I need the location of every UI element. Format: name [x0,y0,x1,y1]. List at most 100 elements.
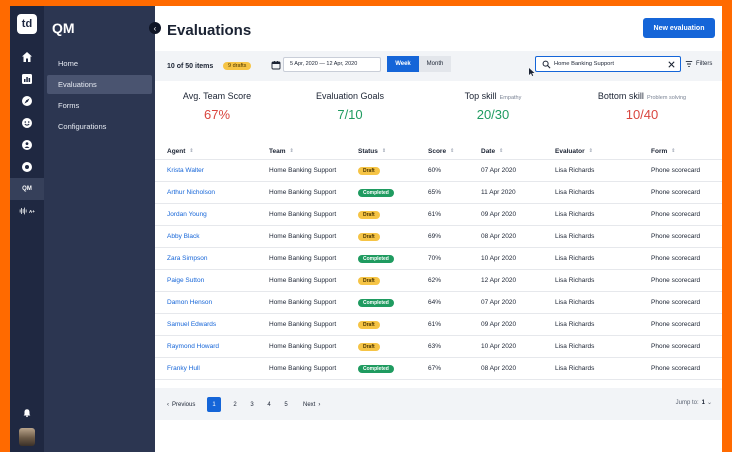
table-row[interactable]: Krista Walter Home Banking Support Draft 60… [155,160,722,182]
column-header[interactable]: Agent ⇕ [167,143,194,159]
agent-link[interactable]: Samuel Edwards [167,321,216,328]
table-row[interactable]: Arthur Nicholson Home Banking Support Comp… [155,182,722,204]
agent-link[interactable]: Raymond Howard [167,343,219,350]
date-cell: 09 Apr 2020 [481,211,517,218]
agent-cell[interactable]: Samuel Edwards [167,314,216,335]
nav-home[interactable] [10,46,44,68]
column-header[interactable]: Score ⇕ [428,143,454,159]
score-cell: 61% [428,211,442,218]
date-range-field[interactable]: 5 Apr, 2020 — 12 Apr, 2020 [283,57,381,72]
team-cell: Home Banking Support [269,299,337,306]
next-page-button[interactable]: Next › [303,399,320,411]
nav-settings[interactable] [10,156,44,178]
stat-card: Bottom skill Problem solving 10/40 [582,91,702,122]
column-header[interactable]: Form ⇕ [651,143,675,159]
week-toggle[interactable]: Week [387,56,419,72]
agent-link[interactable]: Paige Sutton [167,277,204,284]
rail-bottom [19,408,35,446]
agent-cell[interactable]: Paige Sutton [167,270,204,291]
status-cell: Draft [358,226,380,247]
nav-explore[interactable] [10,90,44,112]
table-row[interactable]: Raymond Howard Home Banking Support Draft 6… [155,336,722,358]
search-input[interactable] [554,59,662,69]
agent-link[interactable]: Jordan Young [167,211,207,218]
agent-cell[interactable]: Zara Simpson [167,248,207,269]
team-cell: Home Banking Support [269,255,337,262]
table-row[interactable]: Franky Hull Home Banking Support Completed… [155,358,722,380]
status-badge: Draft [358,166,380,175]
agent-link[interactable]: Franky Hull [167,365,200,372]
table-row[interactable]: Abby Black Home Banking Support Draft 69% 08… [155,226,722,248]
evaluator-cell: Lisa Richards [555,365,595,372]
next-label: Next [303,402,316,408]
stat-label: Bottom skill Problem solving [597,91,687,101]
nav-agents[interactable] [10,134,44,156]
page-4-button[interactable]: 4 [262,399,276,411]
agent-cell[interactable]: Abby Black [167,226,200,247]
form-cell: Phone scorecard [651,211,701,218]
nav-voice[interactable]: A+ [10,200,44,222]
table-row[interactable]: Damon Henson Home Banking Support Complete… [155,292,722,314]
table-row[interactable]: Zara Simpson Home Banking Support Complete… [155,248,722,270]
date-cell: 12 Apr 2020 [481,277,517,284]
menu-item-configurations[interactable]: Configurations [47,117,152,136]
drafts-badge[interactable]: 9 drafts [223,62,252,70]
agent-link[interactable]: Krista Walter [167,167,204,174]
agent-link[interactable]: Abby Black [167,233,200,240]
column-header[interactable]: Status ⇕ [358,143,386,159]
evaluator-cell: Lisa Richards [555,321,595,328]
column-header[interactable]: Date ⇕ [481,143,503,159]
agent-cell[interactable]: Arthur Nicholson [167,182,215,203]
agent-link[interactable]: Arthur Nicholson [167,189,215,196]
status-cell: Completed [358,292,394,313]
calendar-icon[interactable] [271,60,281,70]
agent-link[interactable]: Damon Henson [167,299,212,306]
menu-item-home[interactable]: Home [47,54,152,73]
new-evaluation-button[interactable]: New evaluation [643,18,715,38]
status-badge: Completed [358,188,394,197]
column-header[interactable]: Team ⇕ [269,143,294,159]
month-toggle[interactable]: Month [419,56,451,72]
qm-nav-label: QM [22,186,32,192]
collapse-menu-button[interactable]: ‹ [149,22,161,34]
user-avatar[interactable] [19,428,35,446]
previous-page-button[interactable]: ‹ Previous [167,399,195,411]
status-badge: Draft [358,210,380,219]
filter-icon [685,61,693,67]
bell-icon[interactable] [22,408,32,418]
agent-cell[interactable]: Krista Walter [167,160,204,181]
sort-icon: ⇕ [289,148,294,154]
nav-qm[interactable]: QM [10,178,44,200]
table-row[interactable]: Paige Sutton Home Banking Support Draft 62%… [155,270,722,292]
page-2-button[interactable]: 2 [228,399,242,411]
status-badge: Draft [358,342,380,351]
close-icon[interactable] [667,60,676,69]
menu-item-forms[interactable]: Forms [47,96,152,115]
column-header[interactable]: Evaluator ⇕ [555,143,593,159]
stat-label: Top skill Empathy [464,91,522,101]
page-1-button[interactable]: 1 [207,397,221,412]
status-cell: Completed [358,182,394,203]
agent-link[interactable]: Zara Simpson [167,255,207,262]
page-3-button[interactable]: 3 [245,399,259,411]
form-cell: Phone scorecard [651,321,701,328]
evaluator-cell: Lisa Richards [555,211,595,218]
page-5-button[interactable]: 5 [279,399,293,411]
agent-cell[interactable]: Raymond Howard [167,336,219,357]
jump-label: Jump to: [675,400,699,406]
jump-to-control[interactable]: Jump to: 1 ⌄ [676,399,712,406]
status-cell: Draft [358,336,380,357]
nav-sentiment[interactable] [10,112,44,134]
agent-cell[interactable]: Jordan Young [167,204,207,225]
table-row[interactable]: Jordan Young Home Banking Support Draft 61%… [155,204,722,226]
agent-cell[interactable]: Damon Henson [167,292,212,313]
menu-item-evaluations[interactable]: Evaluations [47,75,152,94]
gear-icon [22,162,32,172]
date-cell: 08 Apr 2020 [481,233,517,240]
table-row[interactable]: Samuel Edwards Home Banking Support Draft 6… [155,314,722,336]
nav-reports[interactable] [10,68,44,90]
sort-icon: ⇕ [189,148,194,154]
filters-button[interactable]: Filters [685,60,712,68]
agent-cell[interactable]: Franky Hull [167,358,200,379]
score-cell: 63% [428,343,442,350]
